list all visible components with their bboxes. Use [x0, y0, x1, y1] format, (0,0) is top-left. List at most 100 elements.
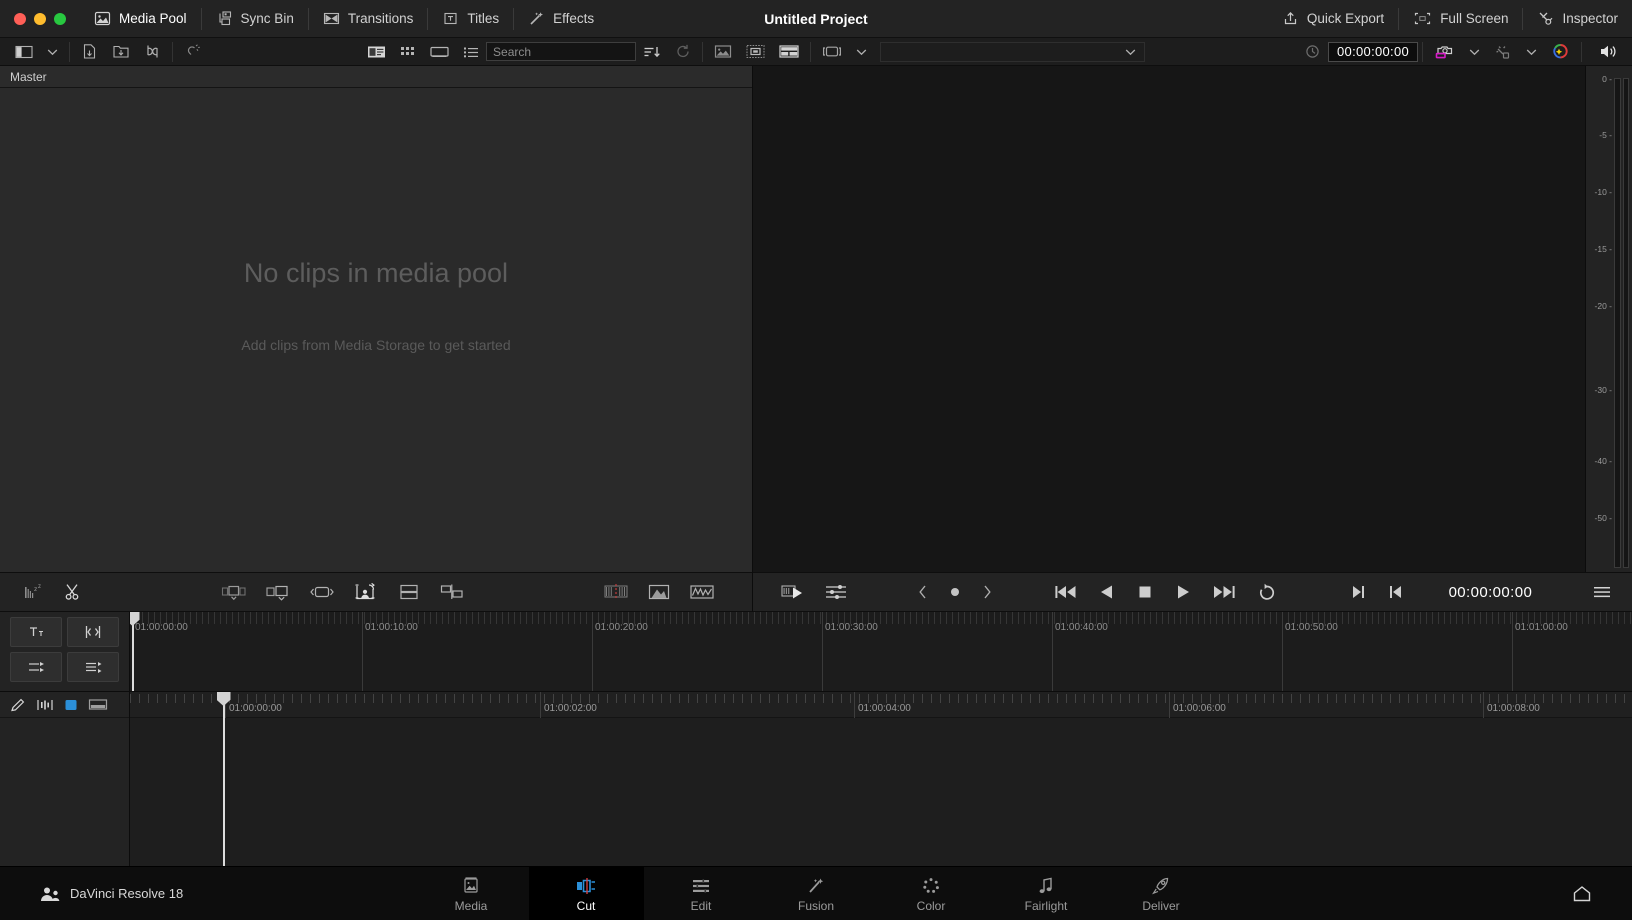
minimize-window-button[interactable] — [34, 12, 46, 25]
loop-button[interactable] — [1246, 577, 1288, 607]
source-overwrite-button[interactable] — [430, 577, 474, 607]
unlink-icon — [184, 43, 201, 60]
next-marker-button[interactable] — [972, 577, 1002, 607]
previous-marker-button[interactable] — [908, 577, 938, 607]
page-edit[interactable]: Edit — [644, 867, 759, 920]
metadata-view-button[interactable] — [360, 41, 393, 63]
play-button[interactable] — [1164, 577, 1202, 607]
thumbnail-view-button[interactable] — [393, 41, 423, 63]
smart-insert-button[interactable] — [212, 577, 256, 607]
page-fusion-label: Fusion — [797, 898, 835, 913]
page-deliver[interactable]: Deliver — [1104, 867, 1219, 920]
effects-button[interactable]: Effects — [514, 0, 608, 38]
page-cut[interactable]: Cut — [528, 866, 644, 920]
timecode-clock-icon — [1304, 44, 1321, 59]
close-window-button[interactable] — [14, 12, 26, 25]
titles-label: Titles — [467, 11, 500, 26]
page-color[interactable]: Color — [874, 867, 989, 920]
timeline-track-area[interactable]: 01:00:00:00 01:00:02:00 01:00:04:00 01:00:0… — [130, 692, 1632, 866]
render-preview-button[interactable] — [771, 577, 815, 607]
add-title-button[interactable] — [638, 577, 680, 607]
timeline-playhead[interactable] — [223, 692, 225, 866]
aspect-ratio-button[interactable] — [815, 41, 849, 63]
smart-indicator-icon: zz — [23, 582, 45, 602]
audio-tool-button[interactable] — [67, 652, 119, 682]
camera-chevron[interactable] — [1462, 41, 1487, 63]
fast-forward-button[interactable] — [1202, 577, 1246, 607]
split-clip-button[interactable] — [54, 577, 92, 607]
adjust-sliders-button[interactable] — [815, 577, 857, 607]
add-title-tool-button[interactable] — [10, 617, 62, 647]
pen-icon[interactable] — [10, 697, 26, 713]
zoom-window-button[interactable] — [54, 12, 66, 25]
audio-curve-button[interactable] — [680, 577, 724, 607]
sync-bin-button[interactable]: Sync Bin — [202, 0, 308, 38]
media-pool-empty-state[interactable]: No clips in media pool Add clips from Me… — [0, 88, 752, 572]
ruler-ticks — [130, 612, 1632, 624]
timeline-select[interactable] — [880, 41, 1146, 62]
search-input[interactable] — [486, 42, 637, 61]
smart-indicator-button[interactable]: zz — [14, 577, 54, 607]
titles-button[interactable]: Titles — [428, 0, 513, 38]
list-view-button[interactable] — [456, 41, 486, 63]
full-screen-button[interactable]: Full Screen — [1399, 0, 1522, 38]
close-up-button[interactable] — [344, 577, 388, 607]
color-page-icon — [920, 876, 942, 896]
mark-in-button[interactable] — [1377, 577, 1415, 607]
color-wheel-button[interactable] — [1544, 41, 1577, 63]
source-tape-button[interactable] — [739, 41, 772, 63]
viewer-panel[interactable] — [753, 66, 1586, 572]
sort-button[interactable] — [636, 41, 668, 63]
fast-reverse-button[interactable] — [1044, 577, 1088, 607]
refresh-button[interactable] — [668, 41, 698, 63]
aspect-ratio-chevron[interactable] — [849, 41, 874, 63]
page-fusion[interactable]: Fusion — [759, 867, 874, 920]
add-transition-button[interactable] — [594, 577, 638, 607]
mark-out-button[interactable] — [1339, 577, 1377, 607]
source-timecode-field[interactable]: 00:00:00:00 — [1328, 41, 1419, 62]
source-clip-button[interactable] — [707, 41, 739, 63]
ripple-overwrite-button[interactable] — [300, 577, 344, 607]
filmstrip-view-button[interactable] — [423, 41, 456, 63]
page-media[interactable]: Media — [414, 867, 529, 920]
timeline-detail: 01:00:00:00 01:00:02:00 01:00:04:00 01:00:0… — [0, 692, 1632, 866]
full-screen-label: Full Screen — [1440, 11, 1509, 26]
color-wheel-icon — [1551, 43, 1570, 60]
bin-header[interactable]: Master — [0, 66, 752, 88]
quick-export-button[interactable]: Quick Export — [1268, 0, 1398, 38]
transitions-button[interactable]: Transitions — [309, 0, 428, 38]
place-on-top-button[interactable] — [388, 577, 430, 607]
unlink-button[interactable] — [177, 41, 208, 63]
magic-cut-chevron[interactable] — [1519, 41, 1544, 63]
audio-waveform-icon[interactable] — [36, 697, 54, 713]
track-tool-button[interactable] — [10, 652, 62, 682]
chevron-down-icon — [1526, 48, 1537, 56]
add-marker-button[interactable] — [938, 577, 972, 607]
import-folder-button[interactable] — [105, 41, 137, 63]
media-pool-button[interactable]: Media Pool — [80, 0, 201, 38]
timeline-view-button[interactable] — [772, 41, 806, 63]
stop-button[interactable] — [1126, 577, 1164, 607]
timeline-view-icon — [779, 44, 799, 59]
overview-playhead[interactable] — [132, 612, 134, 691]
append-clip-button[interactable] — [256, 577, 300, 607]
timeline-menu-button[interactable] — [1583, 577, 1632, 607]
camera-button[interactable] — [1427, 41, 1462, 63]
cut-tool-button[interactable] — [67, 617, 119, 647]
timeline-overview-ruler[interactable]: 01:00:00:00 01:00:10:00 01:00:20:00 01:00:3… — [130, 612, 1632, 691]
thumbnail-toggle-icon[interactable] — [88, 697, 108, 712]
color-marker-icon[interactable] — [64, 698, 78, 712]
timecode-clock-button[interactable] — [1297, 41, 1328, 63]
play-reverse-button[interactable] — [1088, 577, 1126, 607]
audio-mute-button[interactable] — [1586, 41, 1632, 63]
panel-toggle-chevron[interactable] — [40, 41, 65, 63]
sync-clips-button[interactable] — [137, 41, 168, 63]
import-media-button[interactable] — [74, 41, 105, 63]
page-fairlight[interactable]: Fairlight — [989, 867, 1104, 920]
magic-cut-button[interactable] — [1487, 41, 1519, 63]
chevron-down-icon — [1469, 48, 1480, 56]
inspector-button[interactable]: Inspector — [1523, 0, 1632, 38]
timeline-timecode[interactable]: 00:00:00:00 — [1449, 584, 1533, 601]
panel-toggle-button[interactable] — [8, 41, 40, 63]
refresh-icon — [675, 44, 691, 59]
